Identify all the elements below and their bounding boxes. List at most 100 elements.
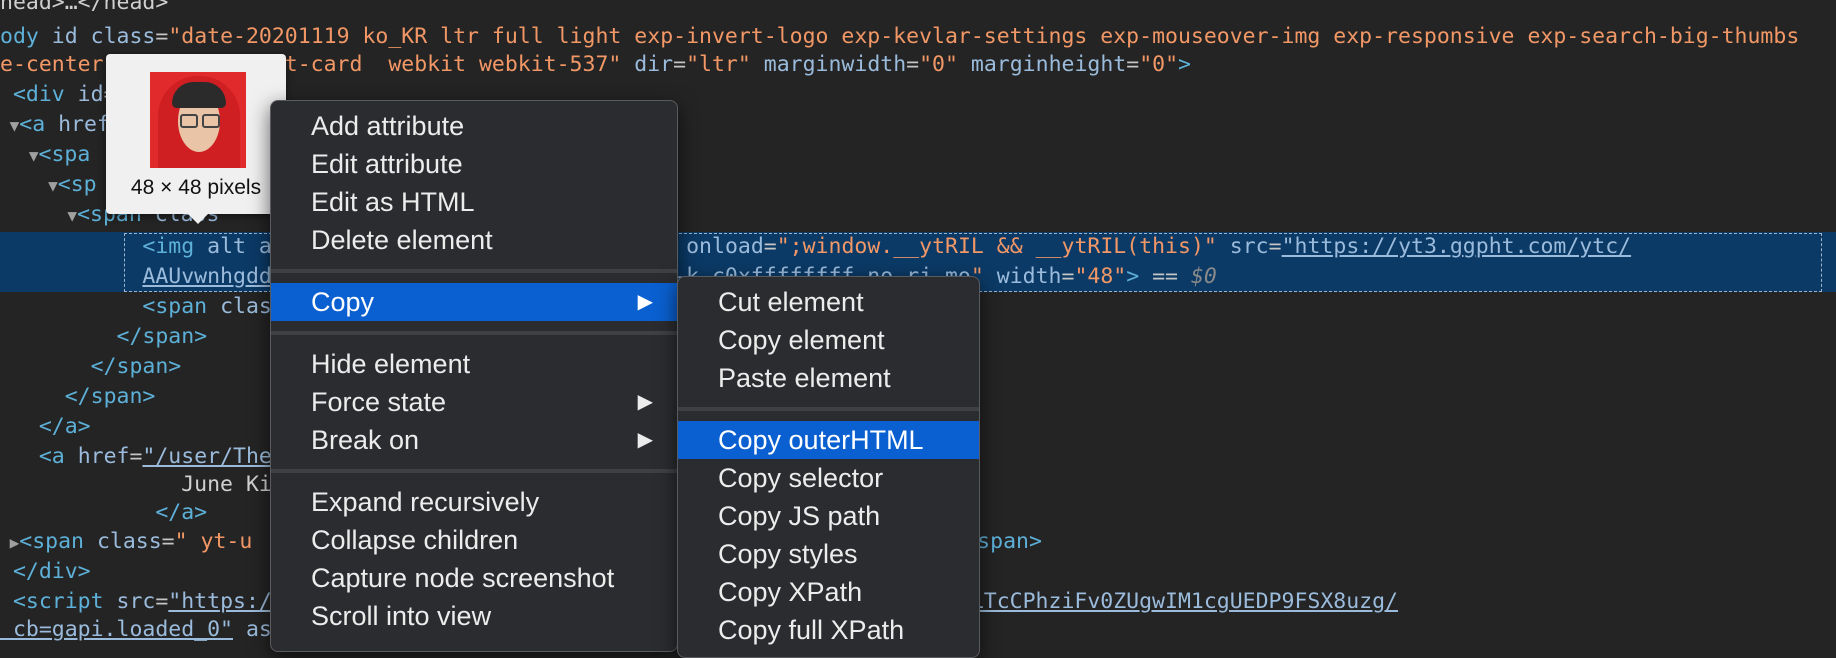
submenu-arrow-icon: ▶ <box>637 291 653 313</box>
menu-item-paste-element[interactable]: Paste element <box>678 359 979 397</box>
code-token: src <box>1229 234 1269 259</box>
menu-item-label: Edit attribute <box>311 149 463 179</box>
code-token: </a> <box>38 414 91 439</box>
code-token: = <box>1061 264 1075 289</box>
code-token: <div <box>0 82 78 107</box>
menu-item-break-on[interactable]: Break on ▶ <box>271 421 677 459</box>
menu-item-copy-full-xpath[interactable]: Copy full XPath <box>678 611 979 649</box>
code-token: cb=gapi.loaded_0" <box>0 617 233 642</box>
code-token: onload <box>686 234 764 259</box>
code-line[interactable]: June Kim <box>0 470 285 500</box>
code-token: <spa <box>38 142 91 167</box>
code-token: as <box>245 617 272 642</box>
code-token: June Kim <box>0 472 285 497</box>
code-line[interactable]: </span> <box>0 352 182 382</box>
code-token: = <box>1126 52 1140 77</box>
code-line[interactable]: ▼<sp <box>0 170 96 200</box>
avatar-preview-image <box>150 72 246 168</box>
menu-item-label: Scroll into view <box>311 601 492 631</box>
code-token: ▼ <box>0 146 39 165</box>
code-line[interactable]: </div> <box>0 557 91 587</box>
code-token: ody <box>0 24 52 49</box>
code-line[interactable]: <img alt ar height="48" onload=";window.… <box>0 232 1631 262</box>
menu-item-copy-element[interactable]: Copy element <box>678 321 979 359</box>
menu-item-label: Delete element <box>311 225 493 255</box>
menu-item-cut-element[interactable]: Cut element <box>678 283 979 321</box>
menu-separator <box>271 269 677 273</box>
menu-item-scroll-into-view[interactable]: Scroll into view <box>271 597 677 635</box>
code-token: class <box>96 529 162 554</box>
code-line[interactable]: head>…</head> <box>0 0 168 18</box>
code-token: ▼ <box>0 176 58 195</box>
code-line[interactable]: <a href="/user/The <box>0 442 272 472</box>
code-line[interactable]: </a> <box>0 498 207 528</box>
code-token: "https:/ <box>168 589 272 614</box>
code-token: "ltr" <box>686 52 751 77</box>
code-token: id <box>51 24 78 49</box>
code-token: dir <box>634 52 674 77</box>
menu-item-label: Capture node screenshot <box>311 563 615 593</box>
code-token: width <box>996 264 1062 289</box>
menu-item-label: Copy <box>311 287 375 317</box>
code-line[interactable]: cb=gapi.loaded_0" as <box>0 615 272 645</box>
menu-item-label: Copy full XPath <box>718 615 905 645</box>
code-token: ▶ <box>0 533 20 552</box>
menu-item-edit-as-html[interactable]: Edit as HTML <box>271 183 677 221</box>
code-token: "48" <box>1074 264 1127 289</box>
menu-item-label: Copy styles <box>718 539 858 569</box>
menu-item-add-attribute[interactable]: Add attribute <box>271 107 677 145</box>
code-token: ▼ <box>0 206 78 225</box>
menu-item-edit-attribute[interactable]: Edit attribute <box>271 145 677 183</box>
code-token: "/user/The <box>142 444 272 469</box>
code-token: </span> <box>116 324 208 349</box>
menu-item-label: Collapse children <box>311 525 519 555</box>
menu-item-copy-styles[interactable]: Copy styles <box>678 535 979 573</box>
code-token: </span> <box>90 354 182 379</box>
code-line[interactable]: ▼<a href <box>0 110 110 140</box>
menu-item-delete-element[interactable]: Delete element <box>271 221 677 259</box>
image-preview-tooltip: 48 × 48 pixels <box>106 54 286 224</box>
menu-item-label: Hide element <box>311 349 471 379</box>
menu-separator <box>271 331 677 335</box>
menu-item-force-state[interactable]: Force state ▶ <box>271 383 677 421</box>
menu-item-copy[interactable]: Copy ▶ <box>271 283 677 321</box>
code-token: "date-20201119 ko_KR ltr full light exp-… <box>168 24 1800 49</box>
code-token: head>…</head> <box>0 0 169 15</box>
code-token: = <box>673 52 687 77</box>
menu-item-expand-recursively[interactable]: Expand recursively <box>271 483 677 521</box>
menu-separator <box>271 469 677 473</box>
code-token: <img <box>142 234 208 259</box>
menu-item-label: Force state <box>311 387 447 417</box>
code-line[interactable]: </span> <box>0 382 156 412</box>
code-token: = <box>763 234 777 259</box>
code-line[interactable]: </span> <box>0 322 208 352</box>
context-menu: Add attribute Edit attribute Edit as HTML D… <box>270 100 678 652</box>
code-token: = <box>155 24 169 49</box>
menu-item-copy-js-path[interactable]: Copy JS path <box>678 497 979 535</box>
menu-item-copy-outerhtml[interactable]: Copy outerHTML <box>678 421 979 459</box>
code-line[interactable]: ody id class="date-20201119 ko_KR ltr fu… <box>0 22 1799 52</box>
code-line[interactable]: <span class <box>0 292 284 322</box>
menu-item-hide-element[interactable]: Hide element <box>271 345 677 383</box>
menu-item-collapse-children[interactable]: Collapse children <box>271 521 677 559</box>
code-token: "0" <box>1139 52 1179 77</box>
menu-item-capture-node-screenshot[interactable]: Capture node screenshot <box>271 559 677 597</box>
menu-item-copy-xpath[interactable]: Copy XPath <box>678 573 979 611</box>
menu-item-copy-selector[interactable]: Copy selector <box>678 459 979 497</box>
code-token: = <box>906 52 920 77</box>
code-token: > <box>1178 52 1191 77</box>
code-token: <span <box>19 529 97 554</box>
code-token: "https://yt3.ggpht.com/ytc/ <box>1281 234 1632 259</box>
code-line[interactable]: </a> <box>0 412 91 442</box>
code-token: $0 <box>1190 264 1217 289</box>
